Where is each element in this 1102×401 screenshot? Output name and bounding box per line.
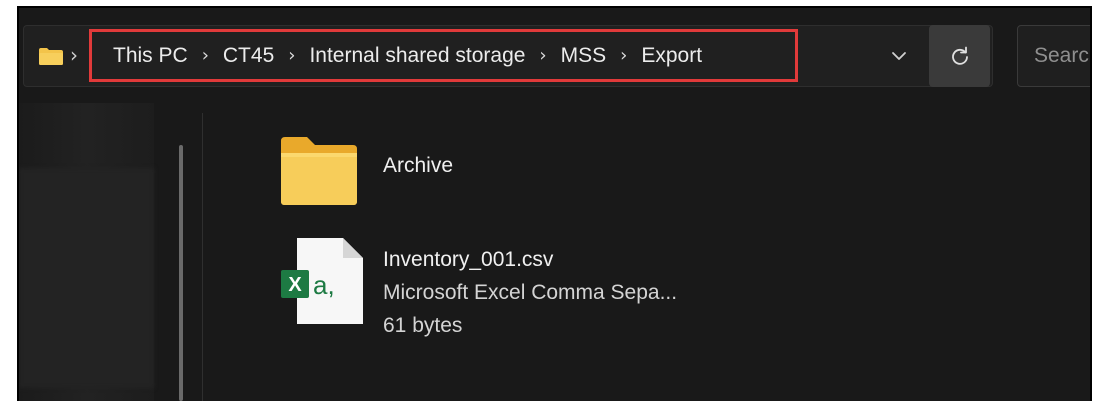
breadcrumb-this-pc[interactable]: This PC xyxy=(113,44,188,68)
frame-border-right xyxy=(1090,6,1092,401)
folder-icon xyxy=(39,48,63,65)
search-input[interactable]: Search xyxy=(1017,25,1090,87)
svg-text:a,: a, xyxy=(313,270,335,300)
breadcrumb-internal-shared-storage[interactable]: Internal shared storage xyxy=(309,44,525,68)
chevron-right-icon[interactable]: › xyxy=(539,45,546,66)
chevron-right-icon[interactable]: › xyxy=(202,45,209,66)
breadcrumb[interactable]: This PC › CT45 › Internal shared storage… xyxy=(89,29,798,82)
refresh-button[interactable] xyxy=(929,25,990,87)
file-type: Microsoft Excel Comma Sepa... xyxy=(383,281,678,304)
chevron-right-icon[interactable]: › xyxy=(288,45,295,66)
navigation-pane-blurred xyxy=(19,168,154,388)
refresh-icon xyxy=(952,46,968,65)
file-size: 61 bytes xyxy=(383,314,463,337)
explorer-window: › This PC › CT45 › Internal shared stora… xyxy=(19,8,1090,401)
chevron-right-icon[interactable]: › xyxy=(620,45,627,66)
breadcrumb-ct45[interactable]: CT45 xyxy=(223,44,274,68)
excel-csv-icon: X a, xyxy=(281,238,363,324)
file-name: Inventory_001.csv xyxy=(383,248,554,271)
nav-scrollbar[interactable] xyxy=(179,145,183,401)
folder-icon xyxy=(281,137,357,205)
pane-divider[interactable] xyxy=(202,113,203,401)
breadcrumb-export[interactable]: Export xyxy=(641,44,702,68)
chevron-right-icon: › xyxy=(70,43,78,67)
file-name: Archive xyxy=(383,154,454,177)
chevron-down-icon[interactable] xyxy=(885,42,913,70)
svg-text:X: X xyxy=(288,274,302,296)
breadcrumb-mss[interactable]: MSS xyxy=(561,44,607,68)
